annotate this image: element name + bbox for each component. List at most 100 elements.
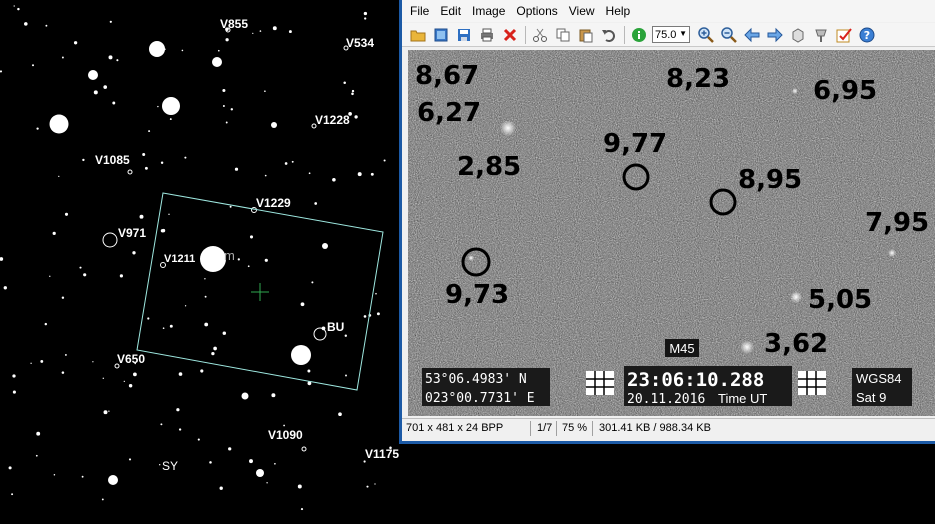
faint-star	[92, 361, 94, 363]
faint-star	[24, 22, 28, 26]
faint-star	[3, 286, 7, 290]
faint-star	[184, 305, 187, 307]
next-icon[interactable]	[765, 25, 785, 45]
faint-star	[271, 393, 276, 398]
faint-star	[81, 475, 84, 478]
faint-star	[300, 508, 304, 511]
faint-star	[181, 49, 184, 52]
faint-star	[228, 447, 232, 451]
faint-star	[58, 175, 60, 178]
faint-star	[366, 485, 369, 488]
star	[256, 469, 264, 477]
variable-star-marker	[301, 446, 307, 452]
faint-star	[264, 258, 268, 262]
faint-star	[147, 317, 150, 320]
star	[291, 345, 311, 365]
faint-star	[284, 162, 288, 165]
menu-view[interactable]: View	[563, 0, 600, 22]
save-icon[interactable]	[454, 25, 474, 45]
print-icon[interactable]	[477, 25, 497, 45]
faint-star	[297, 484, 302, 489]
magnitude-label: 2,85	[457, 152, 521, 182]
faint-star	[343, 81, 346, 85]
faint-star	[93, 90, 98, 95]
faint-star	[169, 118, 172, 121]
faint-star	[264, 174, 267, 177]
previous-icon[interactable]	[742, 25, 762, 45]
image-viewer-window[interactable]: File Edit Image Options View Help 75.0 ▼ ?	[399, 0, 935, 444]
faint-star	[222, 105, 225, 107]
open-folder-icon[interactable]	[408, 25, 428, 45]
faint-star	[73, 41, 78, 45]
faint-star	[332, 178, 336, 182]
faint-star	[266, 482, 268, 484]
magnitude-label: 8,23	[666, 64, 730, 94]
faint-star	[52, 231, 56, 236]
faint-star	[49, 275, 51, 277]
background-stars	[0, 5, 392, 511]
faint-star	[357, 172, 362, 177]
faint-star	[35, 454, 38, 457]
faint-star	[200, 369, 204, 373]
thumbnails-icon[interactable]	[431, 25, 451, 45]
paste-icon[interactable]	[576, 25, 596, 45]
star-label: V534	[346, 36, 374, 50]
zoom-in-icon[interactable]	[696, 25, 716, 45]
faint-star	[112, 101, 116, 105]
toolbar: 75.0 ▼ ?	[402, 23, 935, 47]
copy-icon[interactable]	[553, 25, 573, 45]
faint-star	[30, 362, 32, 364]
faint-star	[45, 24, 48, 27]
faint-star	[222, 331, 227, 335]
faint-star	[36, 127, 39, 130]
menu-help[interactable]: Help	[600, 0, 636, 22]
rotate-left-icon[interactable]	[788, 25, 808, 45]
faint-star	[376, 312, 380, 316]
faint-star	[160, 423, 163, 426]
faint-star	[374, 483, 376, 485]
faint-star	[64, 212, 69, 216]
star-label: V1175	[365, 447, 399, 461]
svg-text:?: ?	[864, 29, 870, 42]
faint-star	[211, 351, 215, 356]
faint-star	[102, 377, 105, 379]
rotate-right-icon[interactable]	[811, 25, 831, 45]
magnitude-label: 8,95	[738, 165, 802, 195]
menu-options[interactable]: Options	[510, 0, 562, 22]
faint-star	[11, 493, 14, 496]
faint-star	[162, 327, 165, 330]
faint-star	[383, 159, 386, 162]
star-label: m	[224, 248, 235, 263]
star-label: V1090	[268, 428, 303, 442]
faint-star	[109, 20, 112, 23]
star-label: V971	[118, 226, 146, 240]
faint-star	[108, 55, 113, 60]
menu-file[interactable]: File	[402, 0, 434, 22]
faint-star	[157, 105, 159, 108]
status-divider	[556, 421, 557, 436]
edit-icon[interactable]	[834, 25, 854, 45]
menu-image[interactable]: Image	[466, 0, 510, 22]
zoom-out-icon[interactable]	[719, 25, 739, 45]
star-label: V1085	[95, 153, 130, 167]
delete-icon[interactable]	[500, 25, 520, 45]
star	[792, 88, 798, 94]
zoom-select[interactable]: 75.0 ▼	[652, 26, 690, 43]
menu-edit[interactable]: Edit	[434, 0, 466, 22]
undo-icon[interactable]	[599, 25, 619, 45]
faint-star	[64, 353, 67, 356]
faint-star	[108, 410, 110, 412]
faint-star	[128, 384, 133, 388]
help-icon[interactable]: ?	[857, 25, 877, 45]
faint-star	[259, 30, 262, 32]
time: 23:06:10.288	[627, 369, 764, 391]
star	[108, 475, 118, 485]
star	[888, 249, 896, 257]
faint-star	[0, 70, 3, 73]
magnitude-label: 9,73	[445, 280, 509, 310]
info-icon[interactable]	[629, 25, 649, 45]
faint-star	[83, 273, 87, 277]
faint-star	[197, 438, 200, 441]
status-divider	[592, 421, 593, 436]
cut-icon[interactable]	[530, 25, 550, 45]
